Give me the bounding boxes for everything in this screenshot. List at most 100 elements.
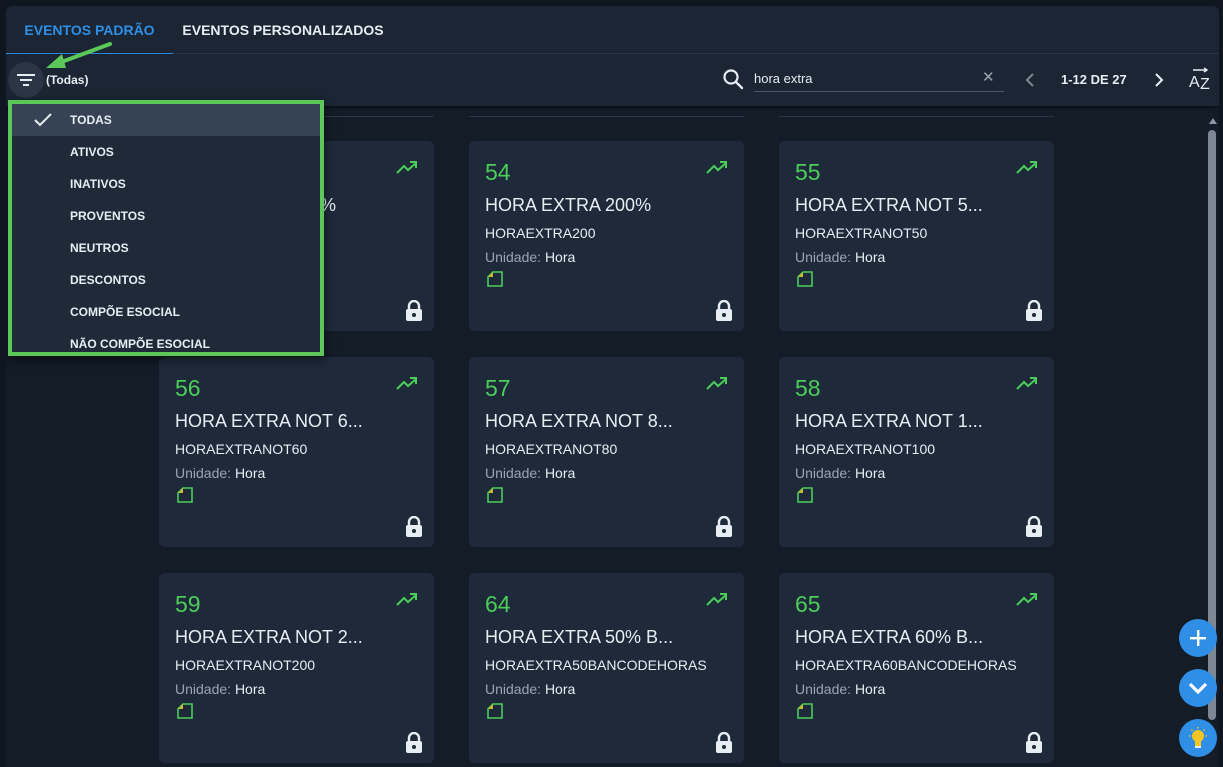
event-unit: Unidade: Hora — [795, 249, 886, 265]
event-card[interactable]: 55 HORA EXTRA NOT 5... HORAEXTRANOT50 Un… — [779, 141, 1054, 331]
previous-page-icon[interactable] — [1022, 71, 1040, 89]
event-rubric: HORAEXTRANOT60 — [175, 441, 308, 457]
document-icon — [177, 487, 193, 503]
clear-search-icon[interactable]: ✕ — [982, 68, 995, 86]
pagination-range: 1-12 DE 27 — [1061, 72, 1127, 87]
vertical-scrollbar[interactable] — [1206, 116, 1218, 767]
filter-option-ativos[interactable]: ATIVOS — [12, 136, 320, 168]
filter-option-descontos[interactable]: DESCONTOS — [12, 264, 320, 296]
filter-option-label: NÃO COMPÕE ESOCIAL — [70, 337, 211, 351]
event-title: HORA EXTRA NOT 8... — [485, 411, 673, 431]
filter-option-label: NEUTROS — [70, 241, 129, 255]
tips-button[interactable] — [1179, 719, 1217, 757]
lock-icon — [406, 300, 422, 321]
event-unit: Unidade: Hora — [795, 681, 886, 697]
trending-up-icon — [396, 161, 417, 174]
filter-option-compoe-esocial[interactable]: COMPÕE ESOCIAL — [12, 296, 320, 328]
filter-dropdown-menu: TODAS ATIVOS INATIVOS PROVENTOS NEUTROS … — [8, 100, 324, 356]
filter-list-icon — [17, 74, 35, 86]
filter-current-value: (Todas) — [46, 73, 89, 87]
event-card[interactable]: 64 HORA EXTRA 50% B... HORAEXTRA50BANCOD… — [469, 573, 744, 763]
document-icon — [797, 271, 813, 287]
document-icon — [797, 703, 813, 719]
document-icon — [487, 271, 503, 287]
event-code: 57 — [485, 375, 511, 401]
trending-up-icon — [1016, 377, 1037, 390]
event-rubric: HORAEXTRANOT80 — [485, 441, 618, 457]
search-icon[interactable] — [722, 68, 744, 90]
card-stub — [469, 116, 744, 117]
event-unit: Unidade: Hora — [485, 249, 576, 265]
trending-up-icon — [706, 377, 727, 390]
scroll-down-button[interactable] — [1179, 669, 1217, 707]
sort-az-icon[interactable]: A Z — [1187, 67, 1213, 93]
event-rubric: HORAEXTRA50BANCODEHORAS — [485, 657, 707, 673]
document-icon — [487, 703, 503, 719]
filter-button[interactable] — [8, 62, 44, 98]
event-code: 59 — [175, 591, 201, 617]
lock-icon — [1026, 732, 1042, 753]
event-title: HORA EXTRA 50% B... — [485, 627, 674, 647]
lightbulb-icon — [1189, 727, 1207, 748]
filter-option-label: PROVENTOS — [70, 209, 146, 223]
tab-eventos-personalizados[interactable]: EVENTOS PERSONALIZADOS — [178, 6, 388, 54]
event-code: 56 — [175, 375, 201, 401]
check-icon — [34, 113, 52, 127]
filter-option-label: TODAS — [70, 113, 112, 127]
filter-option-label: DESCONTOS — [70, 273, 146, 287]
filter-option-proventos[interactable]: PROVENTOS — [12, 200, 320, 232]
lock-icon — [406, 732, 422, 753]
scroll-up-arrow[interactable] — [1209, 118, 1217, 124]
event-card[interactable]: 59 HORA EXTRA NOT 2... HORAEXTRANOT200 U… — [159, 573, 434, 763]
event-unit: Unidade: Hora — [485, 681, 576, 697]
trending-up-icon — [1016, 161, 1037, 174]
event-unit: Unidade: Hora — [795, 465, 886, 481]
document-icon — [797, 487, 813, 503]
trending-up-icon — [706, 161, 727, 174]
event-rubric: HORAEXTRANOT50 — [795, 225, 928, 241]
filter-option-nao-compoe-esocial[interactable]: NÃO COMPÕE ESOCIAL — [12, 328, 320, 360]
event-unit: Unidade: Hora — [175, 465, 266, 481]
plus-icon — [1190, 630, 1206, 646]
lock-icon — [1026, 300, 1042, 321]
event-rubric: HORAEXTRA200 — [485, 225, 596, 241]
event-code: 54 — [485, 159, 511, 185]
event-title: HORA EXTRA 200% — [485, 195, 652, 215]
event-code: 55 — [795, 159, 821, 185]
document-icon — [177, 703, 193, 719]
event-card[interactable]: 65 HORA EXTRA 60% B... HORAEXTRA60BANCOD… — [779, 573, 1054, 763]
annotation-arrow — [46, 42, 112, 68]
event-code: 65 — [795, 591, 821, 617]
filter-option-neutros[interactable]: NEUTROS — [12, 232, 320, 264]
lock-icon — [1026, 516, 1042, 537]
event-card[interactable]: 58 HORA EXTRA NOT 1... HORAEXTRANOT100 U… — [779, 357, 1054, 547]
next-page-icon[interactable] — [1150, 71, 1168, 89]
search-input[interactable] — [754, 66, 1004, 92]
event-title: HORA EXTRA NOT 6... — [175, 411, 363, 431]
event-title: HORA EXTRA NOT 2... — [175, 627, 363, 647]
event-rubric: HORAEXTRA60BANCODEHORAS — [795, 657, 1017, 673]
svg-text:Z: Z — [1200, 76, 1210, 93]
trending-up-icon — [1016, 593, 1037, 606]
event-title: HORA EXTRA NOT 1... — [795, 411, 983, 431]
lock-icon — [406, 516, 422, 537]
event-title: HORA EXTRA NOT 5... — [795, 195, 983, 215]
document-icon — [487, 487, 503, 503]
event-card[interactable]: 57 HORA EXTRA NOT 8... HORAEXTRANOT80 Un… — [469, 357, 744, 547]
event-code: 64 — [485, 591, 511, 617]
trending-up-icon — [396, 593, 417, 606]
event-code: 58 — [795, 375, 821, 401]
event-card[interactable]: 54 HORA EXTRA 200% HORAEXTRA200 Unidade:… — [469, 141, 744, 331]
event-unit: Unidade: Hora — [485, 465, 576, 481]
tab-bar: EVENTOS PADRÃO EVENTOS PERSONALIZADOS — [6, 6, 1219, 55]
filter-option-label: COMPÕE ESOCIAL — [70, 305, 181, 319]
add-button[interactable] — [1179, 619, 1217, 657]
event-card[interactable]: 56 HORA EXTRA NOT 6... HORAEXTRANOT60 Un… — [159, 357, 434, 547]
filter-option-label: INATIVOS — [70, 177, 126, 191]
filter-option-todas[interactable]: TODAS — [12, 104, 320, 136]
lock-icon — [716, 300, 732, 321]
svg-text:A: A — [1189, 74, 1200, 91]
filter-option-inativos[interactable]: INATIVOS — [12, 168, 320, 200]
trending-up-icon — [396, 377, 417, 390]
card-stub — [779, 116, 1054, 117]
